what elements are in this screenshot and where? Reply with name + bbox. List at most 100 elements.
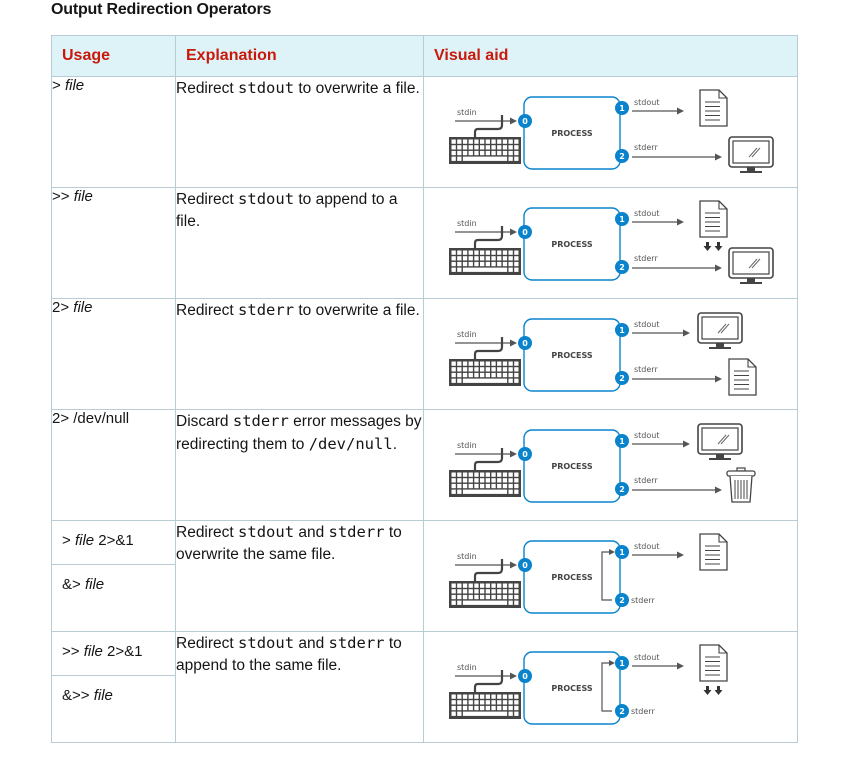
fd2-badge: 2 — [615, 371, 629, 385]
file-icon — [699, 533, 728, 571]
keyboard-cable — [473, 670, 504, 692]
redirection-table: Usage Explanation Visual aid > file Redir… — [51, 35, 798, 743]
stdin-arrow-head — [510, 450, 517, 458]
fd0-badge-label: 0 — [522, 561, 528, 570]
fd2-badge-label: 2 — [619, 485, 625, 494]
usage-operator: 2> /dev/null — [52, 410, 130, 427]
code-term: stderr — [238, 301, 295, 319]
terminal-monitor-icon — [728, 136, 774, 173]
redirection-diagram: stdin PROCESS 0 1 2 stdout stderr — [449, 533, 728, 614]
stdin-arrow-head — [510, 561, 517, 569]
stdin-label: stdin — [457, 663, 477, 672]
fd2-badge-label: 2 — [619, 263, 625, 272]
stderr-label: stderr — [631, 596, 655, 605]
process-label: PROCESS — [551, 684, 593, 693]
stdin-arrow-head — [510, 117, 517, 125]
process-label: PROCESS — [551, 573, 593, 582]
explanation-text: to overwrite a file. — [294, 80, 420, 97]
usage-variant: &>> file — [52, 675, 175, 742]
stdout-label: stdout — [634, 431, 659, 440]
fd0-badge-label: 0 — [522, 339, 528, 348]
explanation-cell: Redirect stdout to append to a file. — [175, 187, 424, 299]
stderr-merge-arrow-head — [609, 660, 615, 666]
explanation-text: to overwrite a file. — [294, 302, 420, 319]
code-term: stderr — [232, 412, 289, 430]
stderr-label: stderr — [634, 476, 658, 485]
usage-file-arg: file — [84, 576, 105, 593]
terminal-monitor-icon — [728, 247, 774, 284]
keyboard-cable — [473, 226, 504, 248]
usage-file-arg: file — [93, 687, 113, 704]
down-arrow-icon-head — [703, 690, 712, 695]
usage-operator: &> — [62, 576, 85, 593]
fd2-badge: 2 — [615, 704, 629, 718]
stdout-arrow-head — [677, 662, 684, 670]
stdin-arrow-head — [510, 228, 517, 236]
column-header-explanation: Explanation — [175, 35, 424, 77]
fd0-badge: 0 — [518, 447, 532, 461]
explanation-cell: Redirect stdout to overwrite a file. — [175, 76, 424, 188]
code-term: stdout — [238, 634, 295, 652]
code-term: stdout — [238, 190, 295, 208]
visual-aid-cell: stdin PROCESS 0 1 2 stdout stderr — [423, 409, 798, 521]
fd0-badge: 0 — [518, 669, 532, 683]
stdin-arrow-head — [510, 339, 517, 347]
fd0-badge-label: 0 — [522, 672, 528, 681]
visual-aid-cell: stdin PROCESS 0 1 2 stdout stderr — [423, 520, 798, 632]
file-append-icon — [699, 644, 728, 695]
explanation-text: and — [294, 635, 329, 652]
section-title: Output Redirection Operators — [51, 1, 272, 18]
fd2-badge-label: 2 — [619, 596, 625, 605]
stdout-arrow-head — [683, 440, 690, 448]
down-arrow-icon — [706, 242, 709, 246]
keyboard-cable — [473, 115, 504, 137]
usage-cell: > file — [51, 76, 176, 188]
keyboard-cable — [473, 337, 504, 359]
stdin-label: stdin — [457, 552, 477, 561]
fd0-badge-label: 0 — [522, 228, 528, 237]
usage-suffix: 2>&1 — [94, 532, 134, 549]
down-arrow-icon — [706, 686, 709, 690]
visual-aid-cell: stdin PROCESS 0 1 2 stdout stderr — [423, 631, 798, 743]
usage-suffix: 2>&1 — [102, 643, 143, 660]
usage-cell: 2> file — [51, 298, 176, 410]
usage-file-arg: file — [83, 643, 103, 660]
usage-cell: 2> /dev/null — [51, 409, 176, 521]
column-header-visual-aid: Visual aid — [423, 35, 798, 77]
fd2-badge: 2 — [615, 593, 629, 607]
usage-cell: > file 2>&1 &> file — [51, 520, 176, 632]
process-label: PROCESS — [551, 462, 593, 471]
usage-variant: >> file 2>&1 — [52, 632, 175, 675]
stdout-label: stdout — [634, 542, 659, 551]
stderr-arrow-head — [715, 153, 722, 161]
usage-cell: >> file 2>&1 &>> file — [51, 631, 176, 743]
fd0-badge-label: 0 — [522, 117, 528, 126]
keyboard-cable — [473, 448, 504, 470]
stderr-arrow-head — [715, 486, 722, 494]
code-term: /dev/null — [308, 435, 393, 453]
code-term: stdout — [238, 79, 295, 97]
file-icon — [699, 89, 728, 127]
fd1-badge-label: 1 — [619, 326, 625, 335]
fd0-badge: 0 — [518, 336, 532, 350]
visual-aid-cell: stdin PROCESS 0 1 2 stdout stderr — [423, 76, 798, 188]
explanation-text: Redirect — [176, 191, 239, 208]
fd2-badge-label: 2 — [619, 152, 625, 161]
fd1-badge: 1 — [615, 101, 629, 115]
stdin-label: stdin — [457, 441, 477, 450]
down-arrow-icon — [717, 242, 720, 246]
table-row: > file Redirect stdout to overwrite a fil… — [51, 76, 798, 188]
explanation-text: Redirect — [176, 524, 239, 541]
fd2-badge-label: 2 — [619, 374, 625, 383]
stderr-label: stderr — [631, 707, 655, 716]
table-row: 2> /dev/null Discard stderr error message… — [51, 409, 798, 521]
redirection-diagram: stdin PROCESS 0 1 2 stdout stderr — [449, 200, 774, 284]
fd1-badge-label: 1 — [619, 659, 625, 668]
fd0-badge: 0 — [518, 558, 532, 572]
fd1-badge-label: 1 — [619, 215, 625, 224]
stdout-label: stdout — [634, 653, 659, 662]
redirection-diagram: stdin PROCESS 0 1 2 stdout stderr — [449, 89, 774, 173]
terminal-monitor-icon — [697, 423, 743, 460]
stdout-label: stdout — [634, 320, 659, 329]
table-row: > file 2>&1 &> file Redirect stdout and st… — [51, 520, 798, 632]
